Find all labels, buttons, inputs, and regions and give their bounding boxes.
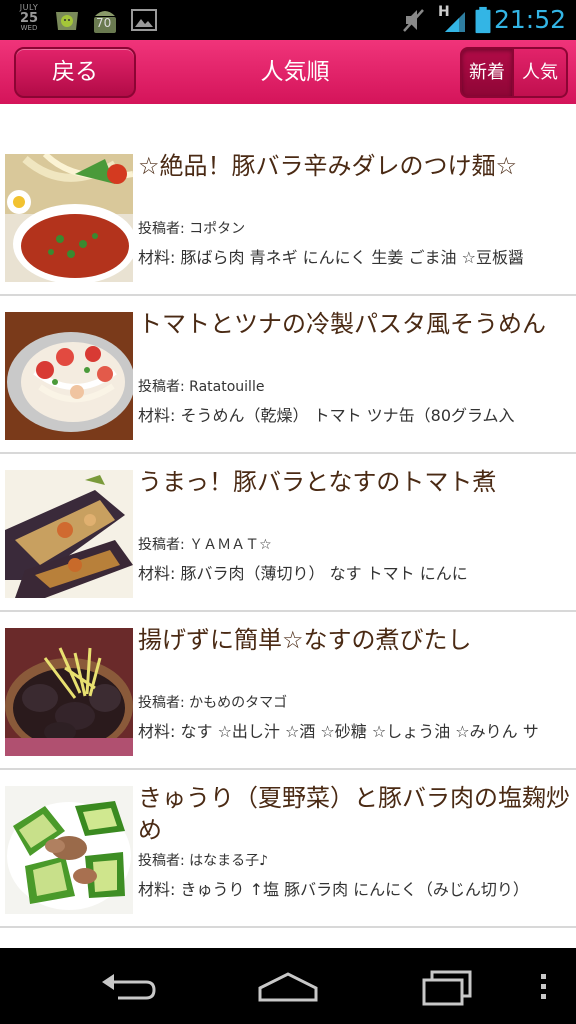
recipe-thumbnail (5, 470, 133, 598)
author-label: 投稿者: (138, 221, 190, 237)
recipe-title: うまっ！豚バラとなすのトマト煮 (138, 468, 497, 496)
recipe-ingredients: 材料: 豚バラ肉（薄切り） なす トマト にんに (138, 560, 576, 584)
author-label: 投稿者: (138, 537, 190, 553)
calendar-icon: JULY 25 WED (12, 4, 46, 36)
author-name: コポタン (189, 221, 246, 237)
author-name: はなまる子♪ (189, 853, 269, 869)
author-name: かもめのタマゴ (189, 695, 288, 711)
sort-new-button[interactable]: 新着 (460, 47, 514, 98)
ingredients-text: きゅうり ↑塩 豚バラ肉 にんにく（みじん切り） (180, 880, 529, 899)
author-name: ＹＡＭＡＴ☆ (189, 537, 272, 553)
battery-level-notification: 70 (96, 16, 112, 30)
ingredients-text: なす ☆出し汁 ☆酒 ☆砂糖 ☆しょう油 ☆みりん サ (180, 722, 539, 741)
signal-icon (445, 12, 465, 32)
author-name: Ratatouille (189, 379, 265, 395)
gallery-icon (131, 9, 157, 31)
ingredients-text: 豚バラ肉（薄切り） なす トマト にんに (180, 564, 468, 583)
author-label: 投稿者: (138, 853, 190, 869)
author-label: 投稿者: (138, 695, 190, 711)
ingredients-text: そうめん（乾燥） トマト ツナ缶（80グラム入 (180, 406, 515, 425)
android-market-icon (56, 12, 78, 30)
page-title: 人気順 (260, 59, 330, 85)
navigation-bar (0, 948, 576, 1024)
recipe-thumbnail (5, 628, 133, 756)
app-header: 戻る 人気順 新着 人気 (0, 40, 576, 104)
recipe-list: ☆絶品！豚バラ辛みダレのつけ麺☆ 投稿者: コポタン 材料: 豚ばら肉 青ネギ … (0, 138, 576, 928)
recipe-ingredients: 材料: なす ☆出し汁 ☆酒 ☆砂糖 ☆しょう油 ☆みりん サ (138, 718, 576, 742)
recipe-title: トマトとツナの冷製パスタ風そうめん (138, 310, 546, 338)
ingredients-label: 材料: (138, 248, 181, 267)
recipe-list-item[interactable]: きゅうり（夏野菜）と豚バラ肉の塩麹炒め 投稿者: はなまる子♪ 材料: きゅうり… (0, 770, 576, 928)
recipe-ingredients: 材料: きゅうり ↑塩 豚バラ肉 にんにく（みじん切り） (138, 876, 576, 900)
recipe-author: 投稿者: はなまる子♪ (138, 850, 268, 870)
date-weekday: WED (20, 24, 38, 32)
recipe-title: きゅうり（夏野菜）と豚バラ肉の塩麹炒め (138, 784, 570, 844)
sort-popular-button[interactable]: 人気 (514, 47, 568, 98)
recipe-thumbnail (5, 154, 133, 282)
recipe-list-item[interactable]: うまっ！豚バラとなすのトマト煮 投稿者: ＹＡＭＡＴ☆ 材料: 豚バラ肉（薄切り… (0, 454, 576, 612)
status-time: 21:52 (493, 5, 566, 34)
recipe-author: 投稿者: コポタン (138, 218, 245, 238)
recipe-author: 投稿者: Ratatouille (138, 376, 264, 396)
recipe-author: 投稿者: かもめのタマゴ (138, 692, 287, 712)
recipe-ingredients: 材料: そうめん（乾燥） トマト ツナ缶（80グラム入 (138, 402, 576, 426)
ingredients-label: 材料: (138, 880, 181, 899)
recipe-list-item[interactable]: ☆絶品！豚バラ辛みダレのつけ麺☆ 投稿者: コポタン 材料: 豚ばら肉 青ネギ … (0, 138, 576, 296)
author-label: 投稿者: (138, 379, 190, 395)
recipe-thumbnail (5, 786, 133, 914)
ingredients-text: 豚ばら肉 青ネギ にんにく 生姜 ごま油 ☆豆板醤 (180, 248, 524, 267)
ingredients-label: 材料: (138, 564, 181, 583)
recipe-title: ☆絶品！豚バラ辛みダレのつけ麺☆ (138, 152, 518, 180)
recipe-title: 揚げずに簡単☆なすの煮びたし (138, 626, 472, 654)
recent-apps-icon[interactable] (408, 962, 488, 1010)
recipe-author: 投稿者: ＹＡＭＡＴ☆ (138, 534, 272, 554)
ingredients-label: 材料: (138, 722, 181, 741)
recipe-thumbnail (5, 312, 133, 440)
ingredients-label: 材料: (138, 406, 181, 425)
recipe-list-item[interactable]: トマトとツナの冷製パスタ風そうめん 投稿者: Ratatouille 材料: そ… (0, 296, 576, 454)
back-button[interactable]: 戻る (14, 47, 136, 98)
battery-icon (475, 6, 491, 34)
recipe-ingredients: 材料: 豚ばら肉 青ネギ にんにく 生姜 ごま油 ☆豆板醤 (138, 244, 576, 268)
status-bar: JULY 25 WED 70 H 21:52 (0, 0, 576, 40)
menu-icon[interactable] (520, 962, 568, 1010)
recipe-list-item[interactable]: 揚げずに簡単☆なすの煮びたし 投稿者: かもめのタマゴ 材料: なす ☆出し汁 … (0, 612, 576, 770)
mute-icon (403, 9, 424, 32)
home-icon[interactable] (248, 962, 328, 1010)
back-icon[interactable] (88, 962, 168, 1010)
